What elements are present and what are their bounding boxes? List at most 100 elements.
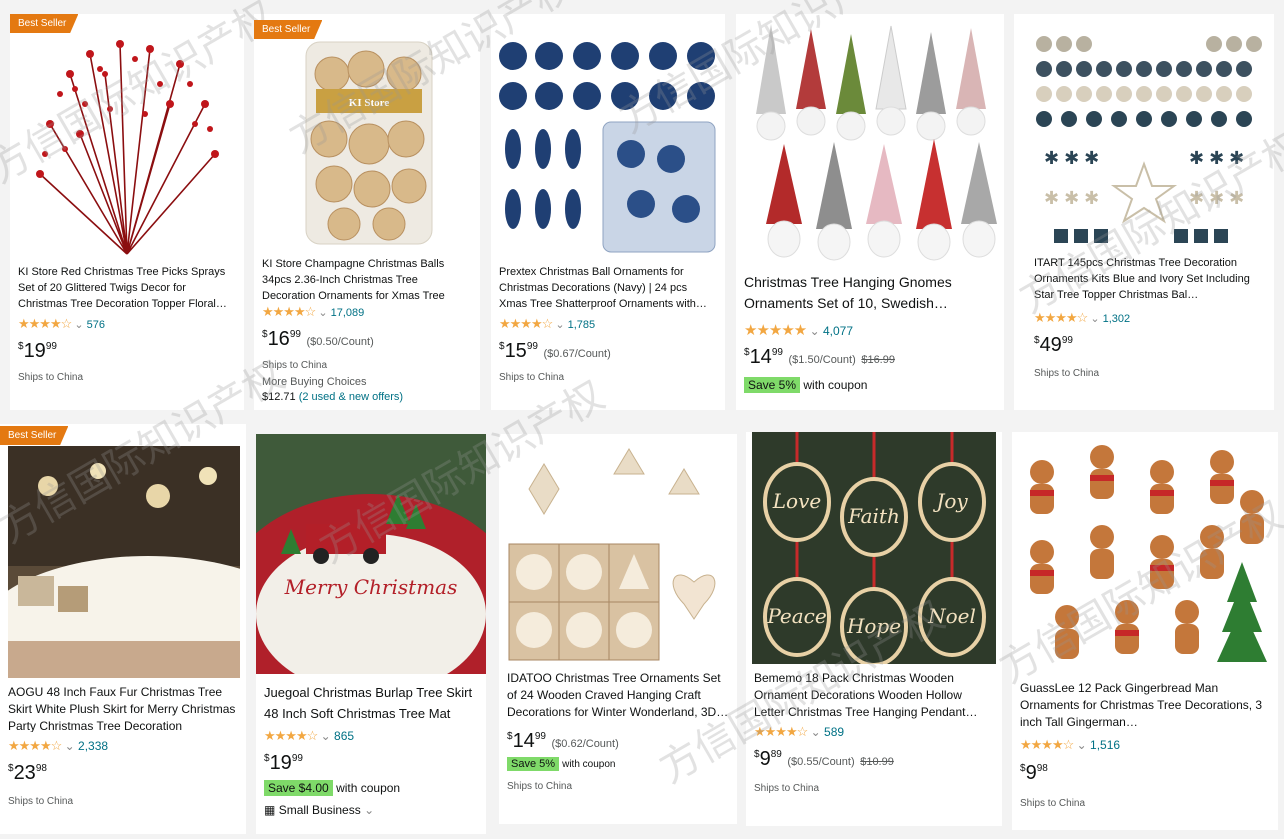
product-card[interactable]: Best Seller KI Store KI Store Champagne … (254, 14, 480, 410)
product-card[interactable]: Prextex Christmas Ball Ornaments for Chr… (491, 14, 725, 410)
product-rating[interactable]: ★★★★☆ ⌄ 865 (264, 728, 354, 744)
small-business-label: Small Business (278, 803, 361, 817)
product-rating[interactable]: ★★★★☆ ⌄ 589 (754, 724, 844, 740)
product-title[interactable]: Christmas Tree Hanging Gnomes Ornaments … (744, 272, 996, 316)
chevron-down-icon[interactable]: ⌄ (318, 307, 327, 319)
rating-count[interactable]: 576 (87, 319, 105, 331)
product-title[interactable]: Juegoal Christmas Burlap Tree Skirt 48 I… (264, 682, 478, 726)
rating-count[interactable]: 865 (334, 729, 354, 743)
shipping-info: Ships to China (499, 372, 565, 383)
best-seller-badge: Best Seller (0, 426, 69, 445)
star-icon: ★★★★☆ (754, 724, 808, 739)
product-image[interactable] (1012, 432, 1278, 672)
more-buying-choices: More Buying Choices (262, 376, 367, 388)
chevron-down-icon[interactable]: ⌄ (555, 319, 564, 331)
product-price[interactable]: $1699 ($0.50/Count) (262, 328, 374, 351)
product-image[interactable]: Merry Christmas (256, 434, 486, 674)
product-rating[interactable]: ★★★★★ ⌄ 4,077 (744, 321, 853, 339)
chevron-down-icon[interactable]: ⌄ (810, 324, 820, 338)
product-rating[interactable]: ★★★★☆ ⌄ 1,302 (1034, 310, 1130, 326)
offers-link[interactable]: (2 used & new offers) (299, 391, 403, 403)
rating-count[interactable]: 17,089 (331, 307, 365, 319)
product-card[interactable]: Merry Christmas Juegoal Christmas Burlap… (256, 434, 486, 834)
save-badge: Save 5% (507, 757, 560, 771)
unit-price: ($0.50/Count) (306, 336, 374, 348)
product-price[interactable]: $1499 ($0.62/Count) (507, 730, 619, 753)
star-icon: ★★★★★ (744, 322, 807, 339)
ornament-word: Faith (847, 504, 900, 528)
list-price: $10.99 (860, 756, 894, 768)
chevron-down-icon[interactable]: ⌄ (811, 725, 821, 739)
unit-price: ($0.67/Count) (543, 348, 611, 360)
product-title[interactable]: IDATOO Christmas Tree Ornaments Set of 2… (507, 670, 729, 722)
coupon-info[interactable]: Save $4.00 with coupon (264, 780, 400, 796)
star-icon: ★★★★☆ (1034, 310, 1088, 325)
product-rating[interactable]: ★★★★☆ ⌄ 576 (18, 316, 105, 332)
product-card[interactable]: IDATOO Christmas Tree Ornaments Set of 2… (499, 434, 737, 824)
product-rating[interactable]: ★★★★☆ ⌄ 1,516 (1020, 737, 1120, 753)
product-price[interactable]: $1599 ($0.67/Count) (499, 340, 611, 363)
product-card[interactable]: Best Seller AOGU 48 Inch Faux Fur Christ… (0, 424, 246, 834)
star-icon: ★★★★☆ (499, 316, 553, 331)
product-price[interactable]: $1499 ($1.50/Count) $16.99 (744, 346, 895, 369)
product-title[interactable]: Prextex Christmas Ball Ornaments for Chr… (499, 264, 717, 312)
rating-count[interactable]: 4,077 (823, 324, 853, 338)
product-title[interactable]: KI Store Champagne Christmas Balls 34pcs… (262, 256, 472, 304)
product-image[interactable] (499, 434, 737, 668)
svg-text:✱ ✱ ✱: ✱ ✱ ✱ (1189, 148, 1244, 168)
product-title[interactable]: AOGU 48 Inch Faux Fur Christmas Tree Ski… (8, 684, 238, 732)
rating-count[interactable]: 1,516 (1090, 738, 1120, 752)
product-image[interactable] (10, 14, 244, 258)
product-card[interactable]: ✱ ✱ ✱ ✱ ✱ ✱ ✱ ✱ ✱ ✱ ✱ ✱ ITART 145pcs Chr… (1014, 14, 1274, 410)
product-image[interactable] (491, 14, 725, 258)
product-card[interactable]: GuassLee 12 Pack Gingerbread Man Ornamen… (1012, 432, 1278, 830)
rating-count[interactable]: 2,338 (78, 739, 108, 753)
product-image[interactable] (8, 446, 240, 678)
coupon-info[interactable]: Save 5% with coupon (507, 757, 615, 771)
chevron-down-icon[interactable]: ⌄ (1090, 313, 1099, 325)
save-badge: Save $4.00 (264, 780, 333, 796)
svg-text:✱ ✱ ✱: ✱ ✱ ✱ (1044, 188, 1099, 208)
chevron-down-icon[interactable]: ⌄ (321, 729, 331, 743)
shipping-info: Ships to China (507, 781, 573, 792)
star-icon: ★★★★☆ (18, 316, 72, 331)
coupon-info[interactable]: Save 5% with coupon (744, 377, 867, 393)
rating-count[interactable]: 1,302 (1103, 313, 1131, 325)
product-title[interactable]: ITART 145pcs Christmas Tree Decoration O… (1034, 255, 1266, 303)
product-image[interactable]: Love Faith Joy Peace Hope Noel (752, 432, 996, 664)
product-price[interactable]: $1999 (264, 752, 303, 775)
product-price[interactable]: $998 (1020, 762, 1048, 785)
chevron-down-icon[interactable]: ⌄ (74, 319, 83, 331)
product-title[interactable]: KI Store Red Christmas Tree Picks Sprays… (18, 264, 236, 312)
unit-price: ($0.55/Count) (787, 756, 855, 768)
product-price[interactable]: $2398 (8, 762, 47, 785)
product-price[interactable]: $989 ($0.55/Count) $10.99 (754, 748, 894, 771)
product-price[interactable]: $4999 (1034, 334, 1073, 357)
product-title[interactable]: GuassLee 12 Pack Gingerbread Man Ornamen… (1020, 680, 1270, 734)
save-badge: Save 5% (744, 377, 801, 393)
star-icon: ★★★★☆ (262, 304, 316, 319)
product-title[interactable]: Bememo 18 Pack Christmas Wooden Ornament… (754, 670, 994, 722)
shipping-info: Ships to China (8, 796, 74, 807)
product-image[interactable]: ✱ ✱ ✱ ✱ ✱ ✱ ✱ ✱ ✱ ✱ ✱ ✱ (1014, 14, 1274, 250)
shipping-info: Ships to China (1034, 368, 1100, 379)
ornament-word: Hope (846, 614, 901, 638)
product-rating[interactable]: ★★★★☆ ⌄ 1,785 (499, 316, 595, 332)
shipping-info: Ships to China (754, 783, 820, 794)
ornament-word: Noel (927, 604, 976, 628)
product-rating[interactable]: ★★★★☆ ⌄ 2,338 (8, 738, 108, 754)
product-image[interactable]: KI Store (254, 14, 480, 250)
product-price[interactable]: $1999 (18, 340, 57, 363)
product-card[interactable]: Christmas Tree Hanging Gnomes Ornaments … (736, 14, 1004, 410)
product-image[interactable] (736, 14, 1004, 266)
chevron-down-icon[interactable]: ⌄ (364, 803, 374, 817)
svg-text:✱ ✱ ✱: ✱ ✱ ✱ (1189, 188, 1244, 208)
rating-count[interactable]: 589 (824, 725, 844, 739)
chevron-down-icon[interactable]: ⌄ (65, 739, 75, 753)
product-card[interactable]: Best Seller KI Store Red Christmas Tree … (10, 14, 244, 410)
product-card[interactable]: Love Faith Joy Peace Hope Noel Bememo 18… (746, 432, 1002, 826)
rating-count[interactable]: 1,785 (568, 319, 596, 331)
chevron-down-icon[interactable]: ⌄ (1077, 738, 1087, 752)
skirt-text: Merry Christmas (284, 575, 458, 599)
product-rating[interactable]: ★★★★☆ ⌄ 17,089 (262, 304, 364, 320)
